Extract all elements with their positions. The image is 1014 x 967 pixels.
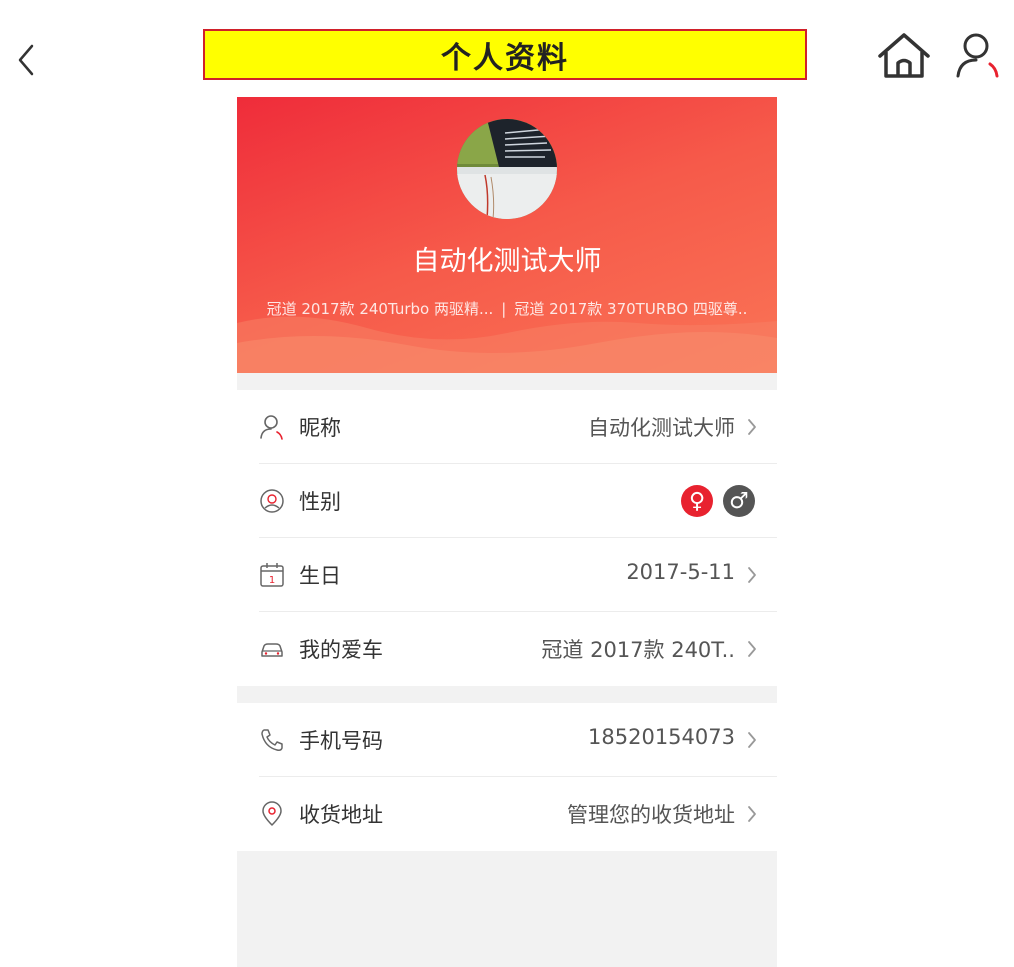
profile-header: 自动化测试大师 冠道 2017款 240Turbo 两驱精... | 冠道 2017… [237, 97, 777, 373]
birthday-value: 2017-5-11 [626, 560, 735, 584]
chevron-right-icon [748, 567, 756, 583]
address-label: 收货地址 [299, 803, 383, 827]
address-row[interactable]: 收货地址 管理您的收货地址 [237, 777, 777, 851]
car-item[interactable]: 冠道 2017款 240Turbo 两驱精... [267, 300, 494, 318]
location-pin-icon [262, 801, 282, 826]
profile-page: 自动化测试大师 冠道 2017款 240Turbo 两驱精... | 冠道 2017… [237, 97, 777, 967]
phone-icon [261, 729, 283, 751]
gender-icon [260, 489, 284, 513]
user-icon [956, 33, 999, 78]
calendar-icon: 1 [260, 563, 284, 587]
nickname-row[interactable]: 昵称 自动化测试大师 [237, 390, 777, 464]
address-value: 管理您的收货地址 [567, 803, 735, 827]
contact-info-card: 手机号码 18520154073 收货地址 管理您的收货地址 [237, 703, 777, 851]
male-option-button[interactable]: ♂ [723, 485, 755, 517]
nickname-value: 自动化测试大师 [588, 416, 735, 440]
phone-value: 18520154073 [588, 725, 735, 749]
page-title: 个人资料 [203, 29, 807, 80]
phone-label: 手机号码 [299, 729, 383, 753]
car-icon [261, 643, 283, 657]
back-arrow-icon [18, 44, 34, 76]
birthday-label: 生日 [299, 564, 341, 588]
top-bar: 个人资料 [0, 0, 1014, 97]
my-car-label: 我的爱车 [299, 638, 383, 662]
home-button[interactable] [876, 30, 932, 82]
user-center-button[interactable] [952, 30, 1002, 82]
car-item[interactable]: 冠道 2017款 370TURBO 四驱尊.. [514, 300, 747, 318]
avatar-photo [457, 119, 557, 219]
user-icon [260, 415, 283, 440]
chevron-right-icon [748, 732, 756, 748]
phone-row[interactable]: 手机号码 18520154073 [237, 703, 777, 777]
car-list: 冠道 2017款 240Turbo 两驱精... | 冠道 2017款 370TUR… [237, 298, 777, 319]
profile-info-card: 昵称 自动化测试大师 性别 ♀ ♂ 1 生日 2017-5-11 我的爱车 冠道… [237, 390, 777, 686]
gender-label: 性别 [299, 490, 341, 514]
profile-nickname: 自动化测试大师 [412, 246, 602, 277]
car-separator: | [501, 300, 507, 318]
birthday-row[interactable]: 1 生日 2017-5-11 [237, 538, 777, 612]
nickname-label: 昵称 [299, 416, 341, 440]
my-car-row[interactable]: 我的爱车 冠道 2017款 240T.. [237, 612, 777, 686]
back-button[interactable] [12, 40, 42, 80]
home-icon [878, 33, 930, 78]
svg-text:1: 1 [269, 575, 275, 586]
chevron-right-icon [748, 806, 756, 822]
chevron-right-icon [748, 641, 756, 657]
gender-row: 性别 ♀ ♂ [237, 464, 777, 538]
my-car-value: 冠道 2017款 240T.. [541, 638, 735, 662]
female-option-button[interactable]: ♀ [681, 485, 713, 517]
avatar[interactable] [457, 119, 557, 219]
chevron-right-icon [748, 419, 756, 435]
